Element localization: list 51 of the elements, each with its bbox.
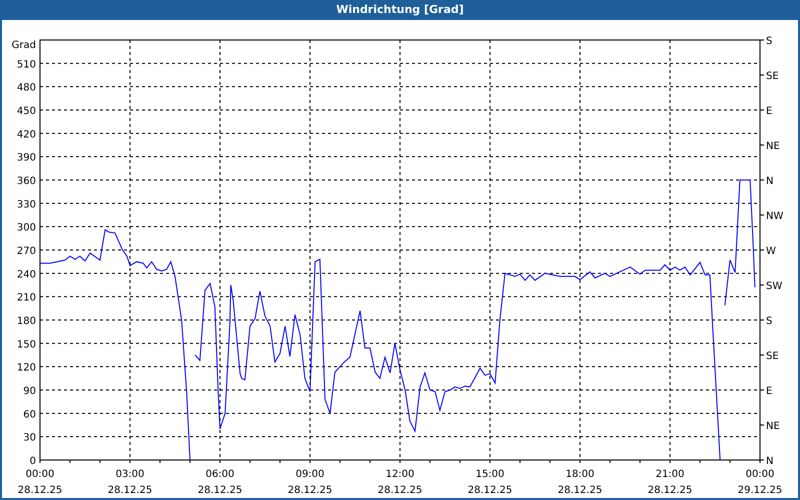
x-tick-date: 29.12.25 bbox=[738, 485, 782, 496]
x-tick-time: 03:00 bbox=[116, 469, 144, 480]
y-tick-label: 0 bbox=[30, 456, 36, 467]
x-tick-time: 12:00 bbox=[386, 469, 414, 480]
y-tick-label: 450 bbox=[16, 106, 36, 117]
direction-label: E bbox=[766, 386, 772, 397]
y-tick-label: 210 bbox=[16, 292, 36, 304]
direction-label: S bbox=[766, 36, 772, 47]
y-tick-label: 330 bbox=[16, 199, 36, 210]
y-tick-label: 240 bbox=[16, 269, 36, 280]
x-tick-date: 28.12.25 bbox=[108, 485, 152, 496]
x-tick-date: 28.12.25 bbox=[558, 485, 602, 496]
direction-label: NE bbox=[766, 141, 780, 152]
x-tick-time: 18:00 bbox=[566, 469, 594, 480]
direction-label: S bbox=[766, 316, 772, 327]
x-tick-date: 28.12.25 bbox=[648, 485, 692, 496]
y-tick-label: 510 bbox=[16, 59, 36, 70]
direction-label: N bbox=[766, 176, 774, 187]
y-tick-label: 360 bbox=[16, 176, 36, 187]
y-tick-label: 150 bbox=[16, 339, 36, 350]
direction-label: SE bbox=[766, 351, 779, 362]
x-tick-time: 06:00 bbox=[206, 469, 234, 480]
direction-label: SE bbox=[766, 71, 779, 82]
window-title: Windrichtung [Grad] bbox=[335, 2, 465, 18]
y-axis-label: Grad bbox=[12, 40, 36, 51]
direction-label: NE bbox=[766, 421, 780, 432]
y-tick-label: 120 bbox=[16, 362, 36, 374]
direction-label: E bbox=[766, 106, 772, 117]
x-tick-date: 28.12.25 bbox=[378, 485, 422, 496]
y-tick-label: 180 bbox=[16, 316, 36, 327]
y-tick-label: 270 bbox=[16, 246, 36, 257]
x-tick-time: 00:00 bbox=[746, 469, 774, 480]
y-tick-label: 90 bbox=[23, 386, 36, 397]
y-tick-label: 390 bbox=[16, 152, 36, 164]
x-tick-date: 28.12.25 bbox=[468, 485, 512, 496]
y-tick-label: 30 bbox=[23, 432, 36, 444]
y-tick-label: 300 bbox=[16, 222, 36, 234]
x-tick-date: 28.12.25 bbox=[288, 485, 332, 496]
x-tick-date: 28.12.25 bbox=[18, 485, 62, 496]
x-tick-time: 00:00 bbox=[26, 469, 54, 480]
y-tick-label: 480 bbox=[16, 82, 36, 94]
x-tick-time: 21:00 bbox=[656, 469, 684, 480]
direction-label: NW bbox=[766, 211, 784, 222]
x-tick-time: 09:00 bbox=[296, 469, 324, 480]
direction-label: W bbox=[766, 246, 776, 257]
direction-label: N bbox=[766, 456, 774, 467]
y-tick-label: 420 bbox=[16, 129, 36, 140]
x-tick-time: 15:00 bbox=[476, 469, 504, 480]
y-tick-label: 60 bbox=[23, 409, 36, 420]
x-tick-date: 28.12.25 bbox=[198, 485, 242, 496]
direction-label: SW bbox=[766, 281, 782, 292]
